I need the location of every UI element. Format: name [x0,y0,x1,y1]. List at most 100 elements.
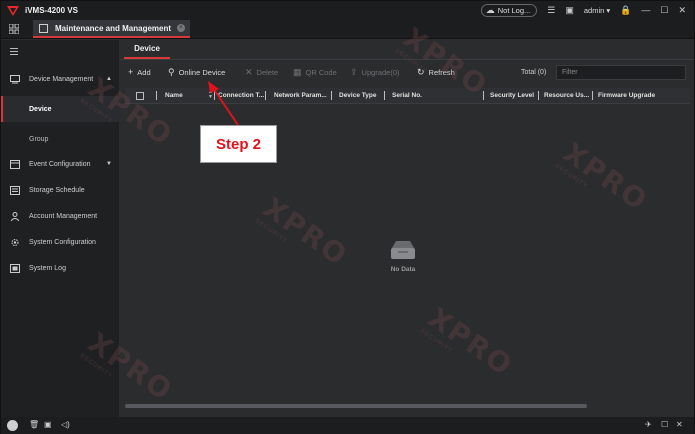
app-window: iVMS-4200 VS ☁ Not Log... ☰ ▣ admin ▾ 🔒 … [0,0,695,434]
fullscreen-icon[interactable]: ☐ [661,420,668,430]
divider [120,59,694,60]
log-icon [10,263,20,273]
sidebar-item-storage-schedule[interactable]: Storage Schedule [1,177,119,203]
column-separator [538,91,539,100]
chevron-up-icon: ▲ [106,76,112,82]
add-button[interactable]: + Add [128,67,151,77]
column-header-network-param[interactable]: Network Param... [274,92,327,99]
sidebar-item-account-management[interactable]: Account Management [1,203,119,229]
search-icon: ⚲ [168,67,175,77]
sidebar-item-system-log[interactable]: System Log [1,255,119,281]
tab-maintenance[interactable]: Maintenance and Management × [33,20,190,38]
alarm-icon[interactable] [7,420,18,431]
column-separator [156,91,157,100]
refresh-icon: ↻ [417,67,425,77]
column-header-firmware-upgrade[interactable]: Firmware Upgrade [598,92,655,99]
maintenance-icon [39,23,48,33]
sidebar-item-label: Device [29,105,52,113]
qr-code-label: QR Code [305,68,337,77]
column-header-resource-usage[interactable]: Resource Us... [544,92,589,99]
lock-icon[interactable]: 🔒 [620,6,631,15]
upgrade-label: Upgrade(0) [361,68,400,77]
online-device-button[interactable]: ⚲ Online Device [168,67,225,78]
sidebar-item-label: Storage Schedule [29,186,85,194]
tab-device[interactable]: Device [124,40,170,59]
tab-close-icon[interactable]: × [177,24,186,32]
app-logo-icon [7,5,19,17]
column-separator [214,91,215,100]
cloud-login-label: Not Log... [497,6,531,15]
tab-bar: Maintenance and Management × [1,20,694,39]
maximize-icon[interactable]: ☐ [660,6,668,15]
close-icon[interactable]: ✕ [678,6,686,15]
status-bar: 🗑 ▣ ◁) ✈ ☐ ✕ [1,417,694,434]
qr-code-icon: ▦ [293,67,302,77]
delete-label: Delete [256,68,279,77]
sidebar-item-device-management[interactable]: Device Management ▲ [1,66,119,92]
filter-input[interactable]: Filter [556,65,686,80]
empty-box-icon [388,240,418,260]
sidebar-item-label: Device Management [29,75,94,83]
sidebar-item-label: System Configuration [29,238,96,246]
user-name: admin [583,6,605,15]
column-separator [384,91,385,100]
delete-icon: ✕ [245,67,253,77]
menu-toggle-icon[interactable] [10,48,18,57]
refresh-button[interactable]: ↻ Refresh [417,67,455,78]
step-annotation: Step 2 [200,125,277,163]
column-header-security-level[interactable]: Security Level [490,92,534,99]
trash-icon[interactable]: 🗑 [29,420,39,430]
online-device-label: Online Device [178,68,226,77]
sort-icon[interactable]: ▲ ▼ [208,90,213,100]
upgrade-button[interactable]: ⇪ Upgrade(0) [350,67,399,78]
event-config-icon [10,159,20,169]
user-menu[interactable]: admin ▾ [584,6,610,15]
delete-button[interactable]: ✕ Delete [245,67,278,78]
list-icon[interactable]: ☰ [547,6,555,15]
qr-code-button[interactable]: ▦ QR Code [293,67,337,78]
refresh-label: Refresh [428,68,455,77]
title-bar: iVMS-4200 VS ☁ Not Log... ☰ ▣ admin ▾ 🔒 … [1,1,694,20]
tab-maintenance-label: Maintenance and Management [55,23,172,33]
column-separator [331,91,332,100]
module-grid-icon[interactable] [8,23,20,35]
upgrade-icon: ⇪ [350,67,358,77]
plus-icon: + [128,67,134,77]
select-all-checkbox[interactable] [136,92,144,100]
volume-icon[interactable]: ◁) [61,420,70,430]
column-separator [592,91,593,100]
main-panel: Device + Add ⚲ Online Device ✕ Delete ▦ … [120,40,694,417]
cloud-icon: ☁ [485,5,495,15]
sidebar-item-label: Account Management [29,212,98,220]
minimize-icon[interactable]: — [641,6,650,15]
total-count: Total (0) [521,69,547,76]
toolbar: + Add ⚲ Online Device ✕ Delete ▦ QR Code… [120,64,694,82]
empty-state-label: No Data [390,266,416,273]
column-header-connection-type[interactable]: Connection T... [218,92,264,99]
add-label: Add [137,67,151,77]
account-icon [10,211,20,221]
sidebar-item-event-configuration[interactable]: Event Configuration ▼ [1,151,119,177]
chevron-down-icon: ▼ [106,161,112,167]
empty-state: No Data [373,240,433,273]
sidebar: Device Management ▲ Device Group Event C… [1,40,119,417]
horizontal-scrollbar[interactable] [125,404,587,408]
close-panel-icon[interactable]: ✕ [676,420,683,430]
image-icon[interactable]: ▣ [565,6,574,15]
picture-icon[interactable]: ▣ [44,420,52,430]
column-separator [483,91,484,100]
pin-icon[interactable]: ✈ [645,420,652,430]
sidebar-item-system-configuration[interactable]: System Configuration [1,229,119,255]
sidebar-item-device[interactable]: Device [1,96,119,122]
column-header-device-type[interactable]: Device Type [339,92,376,99]
sidebar-item-label: System Log [29,264,66,272]
app-title: iVMS-4200 VS [25,6,78,15]
sidebar-item-group[interactable]: Group [1,126,119,152]
table-header: Name ▲ ▼ Connection T... Network Param...… [125,88,690,104]
storage-schedule-icon [10,185,20,195]
column-header-serial-no[interactable]: Serial No. [392,92,422,99]
sidebar-item-label: Event Configuration [29,160,91,168]
cloud-login-button[interactable]: ☁ Not Log... [480,4,538,17]
gear-icon [10,238,20,247]
column-header-name[interactable]: Name [165,92,183,99]
